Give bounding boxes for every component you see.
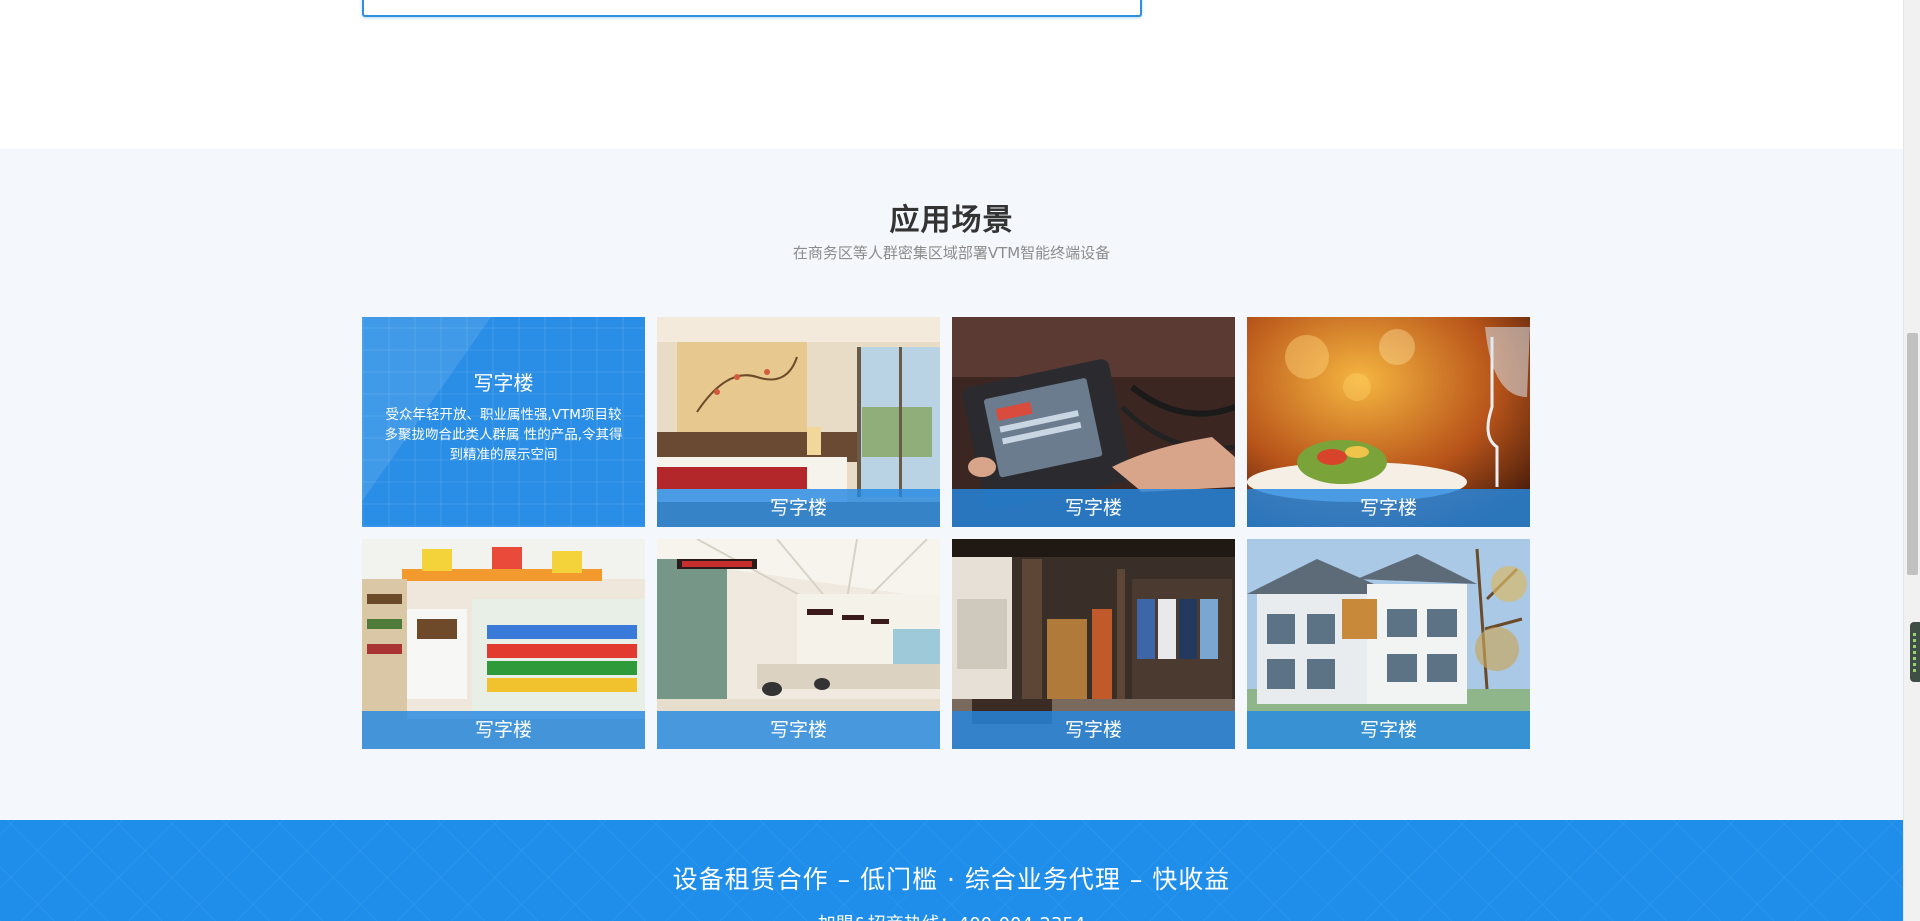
scene-tile-description: 受众年轻开放、职业属性强,VTM项目较多聚拢吻合此类人群属 性的产品,令其得到精…: [384, 407, 623, 463]
scene-tile-store[interactable]: 写字楼: [362, 539, 645, 749]
scenes-grid: 写字楼 受众年轻开放、职业属性强,VTM项目较多聚拢吻合此类人群属 性的产品,令…: [362, 317, 1530, 749]
application-scenes-section: 应用场景 在商务区等人群密集区域部署VTM智能终端设备 写字楼 受众年轻开放、职…: [0, 149, 1903, 820]
scene-tile-title: 写字楼: [473, 371, 534, 395]
scene-tile-caption: 写字楼: [362, 711, 645, 749]
scene-tile-hotel[interactable]: 写字楼: [657, 317, 940, 527]
scene-tile-clothing[interactable]: 写字楼: [952, 539, 1235, 749]
scene-tile-villa[interactable]: 写字楼: [1247, 539, 1530, 749]
section-subtitle: 在商务区等人群密集区域部署VTM智能终端设备: [792, 244, 1111, 262]
side-float-widget[interactable]: [1910, 622, 1920, 682]
partnership-banner: 设备租赁合作 – 低门槛 · 综合业务代理 – 快收益 加盟&招商热线：400-…: [0, 820, 1903, 921]
page: 应用场景 在商务区等人群密集区域部署VTM智能终端设备 写字楼 受众年轻开放、职…: [0, 0, 1920, 921]
banner-hotline: 加盟&招商热线：400-004-2354: [0, 910, 1903, 921]
section-title: 应用场景: [889, 203, 1014, 238]
scene-tile-caption: 写字楼: [657, 489, 940, 527]
scene-tile-bank[interactable]: 写字楼: [657, 539, 940, 749]
scene-tile-terminal[interactable]: 写字楼: [952, 317, 1235, 527]
scene-tile-caption: 写字楼: [657, 711, 940, 749]
banner-title: 设备租赁合作 – 低门槛 · 综合业务代理 – 快收益: [672, 865, 1231, 894]
scene-tile-caption: 写字楼: [952, 489, 1235, 527]
scene-tile-caption: 写字楼: [1247, 711, 1530, 749]
top-section: [0, 0, 1903, 149]
scene-tile-office-active[interactable]: 写字楼 受众年轻开放、职业属性强,VTM项目较多聚拢吻合此类人群属 性的产品,令…: [362, 317, 645, 527]
scene-tile-restaurant[interactable]: 写字楼: [1247, 317, 1530, 527]
scrollbar-thumb[interactable]: [1907, 333, 1918, 575]
scene-tile-caption: 写字楼: [952, 711, 1235, 749]
scene-tile-caption: 写字楼: [1247, 489, 1530, 527]
form-panel-bottom-edge: [362, 0, 1142, 17]
page-scrollbar[interactable]: [1903, 0, 1920, 921]
